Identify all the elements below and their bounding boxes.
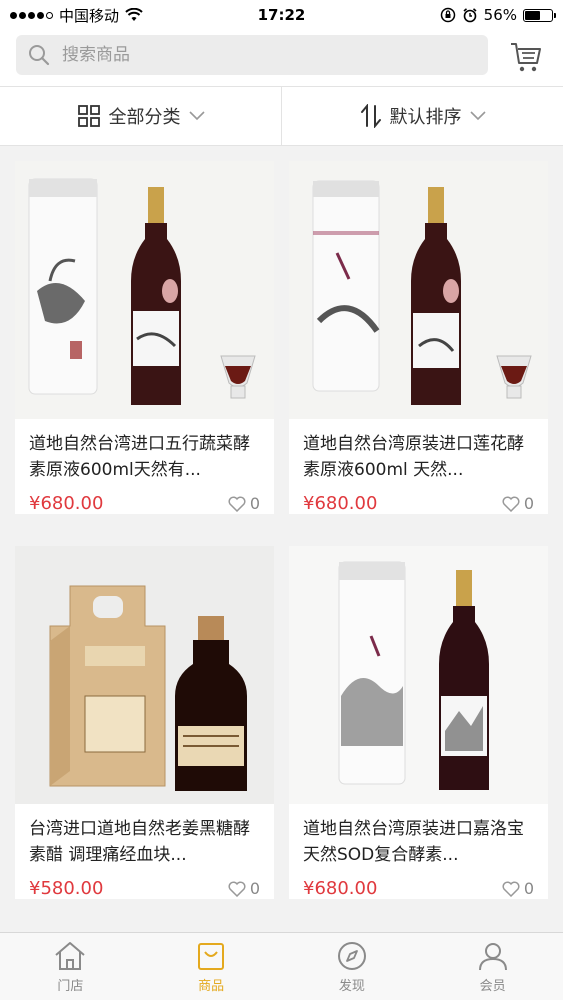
product-meta: ¥580.00 0 <box>15 868 274 899</box>
product-image[interactable] <box>15 161 274 419</box>
wifi-icon <box>125 8 143 21</box>
sort-filter-label: 默认排序 <box>389 107 462 128</box>
sort-icon <box>360 104 381 128</box>
product-card[interactable]: 道地自然台湾原装进口莲花酵素原液600ml 天然... ¥680.00 0 <box>289 161 548 514</box>
signal-icon <box>10 11 53 19</box>
like-button[interactable]: 0 <box>502 879 534 898</box>
like-button[interactable]: 0 <box>228 879 260 898</box>
heart-icon <box>502 496 520 512</box>
cart-icon[interactable] <box>508 39 544 75</box>
chevron-down-icon <box>469 111 486 121</box>
search-input[interactable] <box>62 45 462 65</box>
product-card[interactable]: 台湾进口道地自然老姜黑糖酵素醋 调理痛经血块... ¥580.00 0 <box>15 546 274 899</box>
alarm-icon <box>463 8 477 23</box>
tab-store-label: 门店 <box>57 978 84 994</box>
like-button[interactable]: 0 <box>228 494 260 513</box>
heart-icon <box>228 496 246 512</box>
search-icon <box>29 45 50 66</box>
product-price: ¥680.00 <box>29 493 104 514</box>
product-title: 道地自然台湾进口五行蔬菜酵素原液600ml天然有... <box>29 434 250 480</box>
carrier-name: 中国移动 <box>59 6 120 25</box>
heart-icon <box>502 881 520 897</box>
product-card[interactable]: 道地自然台湾进口五行蔬菜酵素原液600ml天然有... ¥680.00 0 <box>15 161 274 514</box>
status-left: 中国移动 <box>10 5 143 26</box>
product-price: ¥680.00 <box>303 493 378 514</box>
product-image[interactable] <box>15 546 274 804</box>
like-count: 0 <box>523 494 534 513</box>
like-count: 0 <box>523 879 534 898</box>
like-count: 0 <box>249 494 260 513</box>
product-meta: ¥680.00 0 <box>15 483 274 514</box>
status-right: 56% <box>440 6 556 24</box>
grid-icon <box>77 105 100 127</box>
product-title: 道地自然台湾原装进口嘉洛宝天然SOD复合酵素... <box>303 819 524 865</box>
tab-store[interactable]: 门店 <box>0 933 141 1000</box>
product-image[interactable] <box>289 161 548 419</box>
like-button[interactable]: 0 <box>502 494 534 513</box>
battery-icon <box>523 8 556 22</box>
sort-filter[interactable]: 默认排序 <box>281 87 563 145</box>
compass-icon <box>337 941 366 970</box>
like-count: 0 <box>249 879 260 898</box>
battery-percent: 56% <box>483 6 517 24</box>
search-box[interactable] <box>16 35 488 75</box>
status-bar: 中国移动 17:22 56% <box>0 0 563 30</box>
product-price: ¥680.00 <box>303 878 378 899</box>
product-price: ¥580.00 <box>29 878 104 899</box>
product-meta: ¥680.00 0 <box>289 483 548 514</box>
tab-member-label: 会员 <box>479 978 506 994</box>
chevron-down-icon <box>188 111 205 121</box>
tab-member[interactable]: 会员 <box>422 933 563 1000</box>
product-image[interactable] <box>289 546 548 804</box>
product-title: 道地自然台湾原装进口莲花酵素原液600ml 天然... <box>303 434 524 480</box>
home-icon <box>55 941 86 970</box>
product-title: 台湾进口道地自然老姜黑糖酵素醋 调理痛经血块... <box>29 819 250 865</box>
product-grid: 道地自然台湾进口五行蔬菜酵素原液600ml天然有... ¥680.00 0 道地… <box>0 146 563 932</box>
bag-icon <box>198 942 225 970</box>
heart-icon <box>228 881 246 897</box>
tab-discover[interactable]: 发现 <box>282 933 423 1000</box>
rotation-lock-icon <box>440 7 455 23</box>
tab-products[interactable]: 商品 <box>141 933 282 1000</box>
category-filter[interactable]: 全部分类 <box>0 87 281 145</box>
product-meta: ¥680.00 0 <box>289 868 548 899</box>
tab-products-label: 商品 <box>198 978 225 994</box>
filter-bar: 全部分类 默认排序 <box>0 86 563 146</box>
tab-bar: 门店 商品 发现 会员 <box>0 932 563 1000</box>
tab-discover-label: 发现 <box>338 978 365 994</box>
category-filter-label: 全部分类 <box>108 107 181 128</box>
product-card[interactable]: 道地自然台湾原装进口嘉洛宝天然SOD复合酵素... ¥680.00 0 <box>289 546 548 899</box>
user-icon <box>478 942 507 970</box>
search-header <box>0 30 563 86</box>
